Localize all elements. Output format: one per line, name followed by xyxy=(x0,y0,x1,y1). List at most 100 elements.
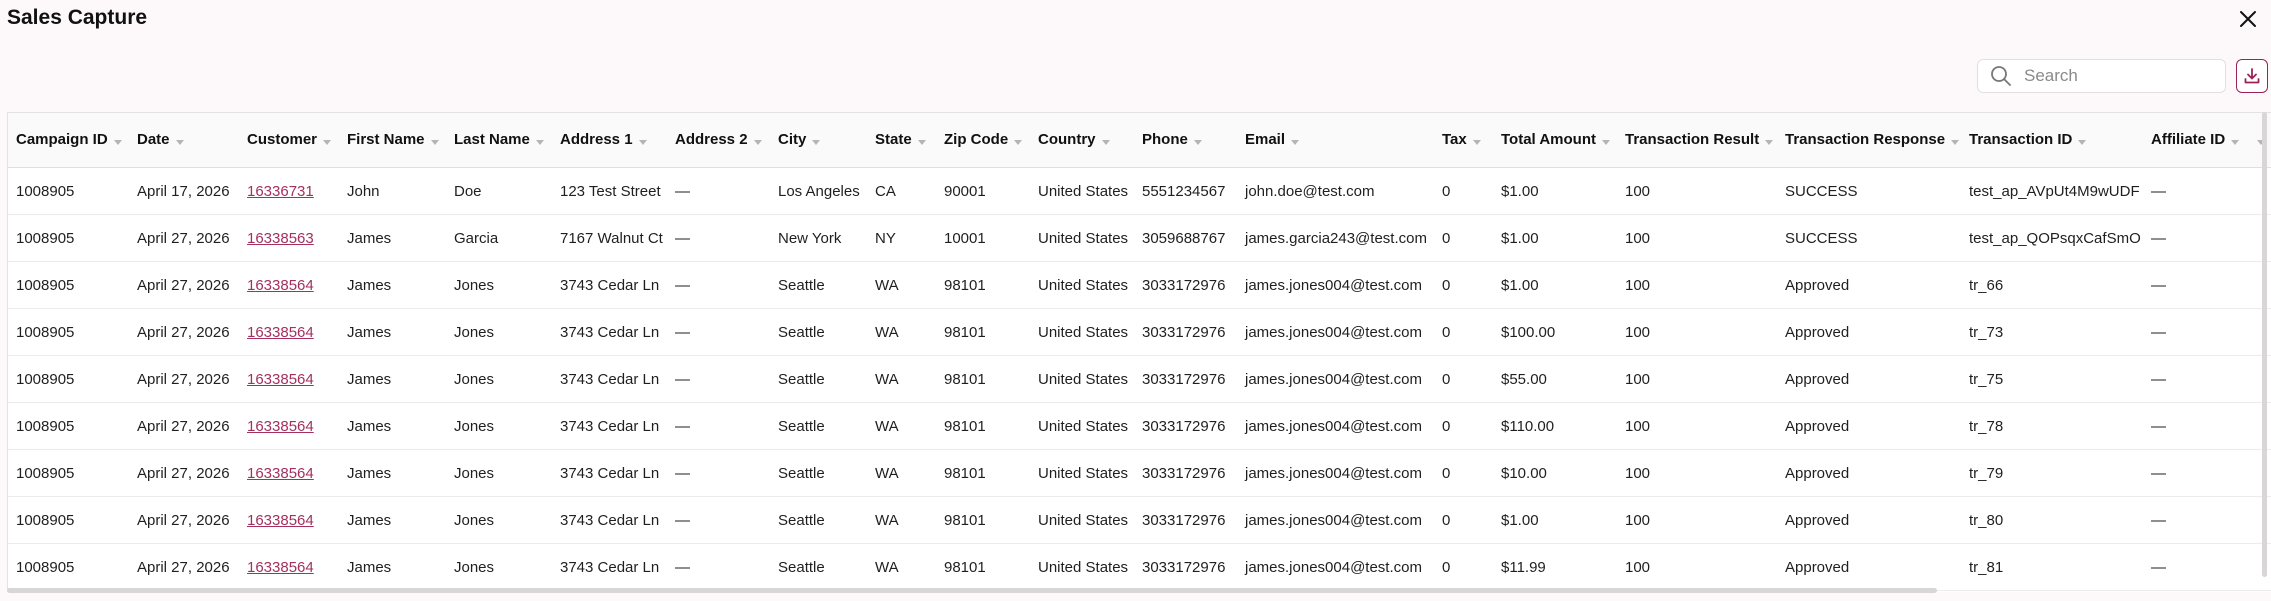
table-cell: April 27, 2026 xyxy=(129,355,239,403)
sort-chevron-down-icon[interactable] xyxy=(1601,132,1610,149)
sort-chevron-down-icon[interactable] xyxy=(812,132,821,149)
sort-chevron-down-icon[interactable] xyxy=(2078,132,2087,149)
table-cell: 16338564 xyxy=(239,355,339,403)
search-box[interactable] xyxy=(1977,59,2226,93)
table-cell: James xyxy=(339,308,446,356)
table-cell: $55.00 xyxy=(1493,355,1617,403)
column-header-label: Date xyxy=(137,131,170,149)
customer-link[interactable]: 16338564 xyxy=(247,277,314,294)
table-cell: 98101 xyxy=(936,543,1030,591)
column-header[interactable]: City xyxy=(770,113,867,168)
table-row[interactable]: 1008905 April 27, 2026 16338564 James Jones 3… xyxy=(8,261,2271,309)
column-header[interactable]: Country xyxy=(1030,113,1134,168)
column-header[interactable]: Email xyxy=(1237,113,1434,168)
table-cell: 3033172976 xyxy=(1134,496,1237,544)
customer-link[interactable]: 16336731 xyxy=(247,183,314,200)
table-cell: — xyxy=(667,214,770,262)
column-header[interactable]: First Name xyxy=(339,113,446,168)
horizontal-scrollbar[interactable] xyxy=(7,588,1937,593)
table-cell: Approved xyxy=(1777,543,1961,591)
table-row[interactable]: 1008905 April 27, 2026 16338564 James Jones 3… xyxy=(8,308,2271,356)
table-row[interactable]: 1008905 April 27, 2026 16338564 James Jones 3… xyxy=(8,355,2271,403)
sort-chevron-down-icon[interactable] xyxy=(1193,132,1202,149)
column-header[interactable]: Transaction Result xyxy=(1617,113,1777,168)
column-header[interactable]: Customer xyxy=(239,113,339,168)
sort-chevron-down-icon[interactable] xyxy=(753,132,762,149)
sort-chevron-down-icon[interactable] xyxy=(2231,132,2240,149)
sort-chevron-down-icon[interactable] xyxy=(535,132,544,149)
sort-chevron-down-icon[interactable] xyxy=(1014,132,1023,149)
table-cell: Seattle xyxy=(770,261,867,309)
table-cell: 100 xyxy=(1617,308,1777,356)
table-cell: 98101 xyxy=(936,402,1030,450)
sort-chevron-down-icon[interactable] xyxy=(638,132,647,149)
table-cell: April 17, 2026 xyxy=(129,167,239,215)
sort-chevron-down-icon[interactable] xyxy=(430,132,439,149)
customer-link[interactable]: 16338564 xyxy=(247,324,314,341)
sort-chevron-down-icon[interactable] xyxy=(323,132,332,149)
customer-link[interactable]: 16338564 xyxy=(247,512,314,529)
column-header[interactable]: Affiliate ID xyxy=(2143,113,2243,168)
customer-link[interactable]: 16338564 xyxy=(247,418,314,435)
sort-chevron-down-icon[interactable] xyxy=(1951,132,1960,149)
column-header[interactable]: Zip Code xyxy=(936,113,1030,168)
table-row[interactable]: 1008905 April 27, 2026 16338564 James Jones 3… xyxy=(8,543,2271,591)
table-cell: test_ap_AVpUt4M9wUDF xyxy=(1961,167,2143,215)
table-cell: Los Angeles xyxy=(770,167,867,215)
sort-chevron-down-icon[interactable] xyxy=(113,132,122,149)
customer-link[interactable]: 16338564 xyxy=(247,465,314,482)
column-header[interactable]: Date xyxy=(129,113,239,168)
sort-chevron-down-icon[interactable] xyxy=(917,132,926,149)
sort-chevron-down-icon[interactable] xyxy=(1101,132,1110,149)
table-cell: 1008905 xyxy=(8,543,129,591)
column-header[interactable]: Total Amount xyxy=(1493,113,1617,168)
table-cell: 3033172976 xyxy=(1134,402,1237,450)
table-cell: Jones xyxy=(446,496,552,544)
table-cell: New York xyxy=(770,214,867,262)
sort-chevron-down-icon[interactable] xyxy=(175,132,184,149)
table-cell: 0 xyxy=(1434,308,1493,356)
search-input[interactable] xyxy=(2022,65,2206,87)
table-cell: April 27, 2026 xyxy=(129,449,239,497)
table-cell: 100 xyxy=(1617,496,1777,544)
customer-link[interactable]: 16338564 xyxy=(247,371,314,388)
table-row[interactable]: 1008905 April 27, 2026 16338564 James Jones 3… xyxy=(8,496,2271,544)
sort-chevron-down-icon[interactable] xyxy=(1765,132,1774,149)
column-header-label: Zip Code xyxy=(944,131,1009,149)
table-cell: United States xyxy=(1030,214,1134,262)
table-cell: tr_75 xyxy=(1961,355,2143,403)
close-button[interactable] xyxy=(2235,6,2261,32)
table-row[interactable]: 1008905 April 27, 2026 16338564 James Jones 3… xyxy=(8,402,2271,450)
table-cell: WA xyxy=(867,308,936,356)
column-header[interactable]: Address 2 xyxy=(667,113,770,168)
customer-link[interactable]: 16338564 xyxy=(247,559,314,576)
table-cell: 0 xyxy=(1434,167,1493,215)
download-button[interactable] xyxy=(2236,59,2268,93)
column-header-label: First Name xyxy=(347,131,425,149)
column-header-label: Transaction Response xyxy=(1785,131,1946,149)
sort-chevron-down-icon[interactable] xyxy=(1291,132,1300,149)
column-header[interactable]: Phone xyxy=(1134,113,1237,168)
table-row[interactable]: 1008905 April 27, 2026 16338564 James Jones 3… xyxy=(8,449,2271,497)
table-cell: 0 xyxy=(1434,261,1493,309)
column-header[interactable]: Transaction Response xyxy=(1777,113,1961,168)
column-header[interactable]: Address 1 xyxy=(552,113,667,168)
column-header[interactable]: State xyxy=(867,113,936,168)
table-cell: 0 xyxy=(1434,214,1493,262)
customer-link[interactable]: 16338563 xyxy=(247,230,314,247)
sort-chevron-down-icon[interactable] xyxy=(1472,132,1481,149)
column-header[interactable]: Last Name xyxy=(446,113,552,168)
table-cell: Approved xyxy=(1777,261,1961,309)
table-cell: James xyxy=(339,543,446,591)
column-header[interactable]: Tax xyxy=(1434,113,1493,168)
column-header-label: Campaign ID xyxy=(16,131,108,149)
column-header[interactable]: Campaign ID xyxy=(8,113,129,168)
table-cell: Jones xyxy=(446,449,552,497)
table-cell: 3743 Cedar Ln xyxy=(552,449,667,497)
table-cell: tr_79 xyxy=(1961,449,2143,497)
table-row[interactable]: 1008905 April 17, 2026 16336731 John Doe 123 … xyxy=(8,167,2271,215)
table-cell: 100 xyxy=(1617,261,1777,309)
table-row[interactable]: 1008905 April 27, 2026 16338563 James Garcia… xyxy=(8,214,2271,262)
vertical-scrollbar[interactable] xyxy=(2262,112,2267,577)
column-header[interactable]: Transaction ID xyxy=(1961,113,2143,168)
